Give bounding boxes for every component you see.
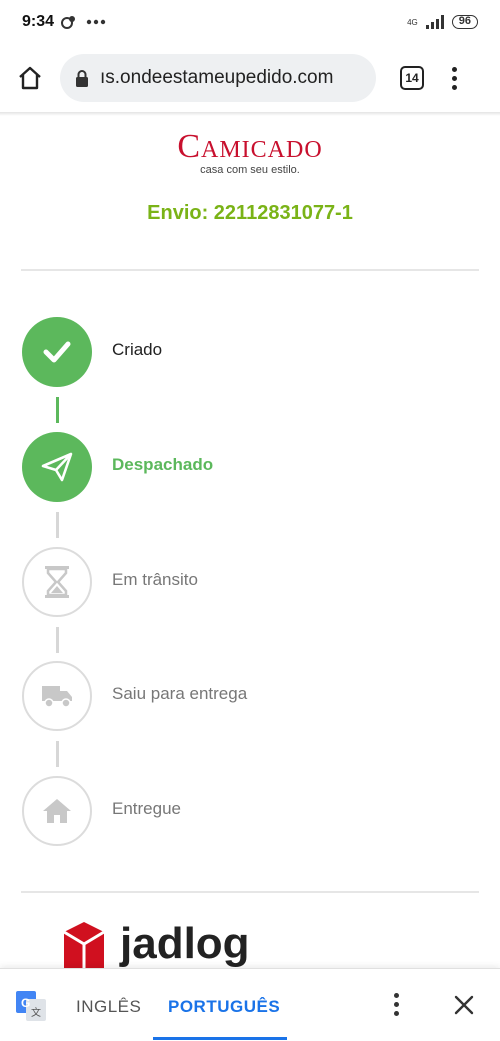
brand-tagline: casa com seu estilo. xyxy=(200,164,300,176)
truck-icon xyxy=(42,686,72,708)
step-criado-circle xyxy=(22,317,92,387)
step-em-transito-circle xyxy=(22,547,92,617)
svg-text:文: 文 xyxy=(31,1006,41,1019)
battery-indicator: 96 xyxy=(451,15,478,29)
check-icon xyxy=(43,341,71,363)
lock-icon xyxy=(76,70,88,87)
step-despachado-circle xyxy=(22,432,92,502)
menu-dot xyxy=(451,84,457,90)
browser-toolbar: ıs.ondeestameupedido.com 14 xyxy=(0,46,500,110)
svg-text:G: G xyxy=(21,996,30,1010)
toolbar-shadow xyxy=(0,112,500,116)
data-saver-icon xyxy=(61,16,76,29)
step-connector xyxy=(56,627,59,653)
menu-dot xyxy=(394,1002,399,1007)
notification-icons xyxy=(60,15,106,29)
home-icon xyxy=(19,66,41,90)
brand-logo: Camicado casa com seu estilo. xyxy=(0,128,500,177)
status-time: 9:34 xyxy=(22,13,55,30)
status-bar: 9:34 4G 96 xyxy=(0,0,500,44)
translate-menu-button[interactable] xyxy=(394,993,399,1016)
more-notifications-icon xyxy=(86,19,106,25)
step-label-saiu-para-entrega: Saiu para entrega xyxy=(112,684,248,703)
step-label-despachado: Despachado xyxy=(112,455,214,474)
status-right: 4G 96 xyxy=(407,15,478,29)
menu-dot xyxy=(451,66,457,72)
url-bar[interactable]: ıs.ondeestameupedido.com xyxy=(60,54,376,102)
signal-icon xyxy=(425,15,444,29)
divider-top xyxy=(21,269,479,271)
carrier-logo: jadlog xyxy=(62,918,250,970)
divider-bottom xyxy=(21,891,479,893)
step-label-entregue: Entregue xyxy=(112,799,181,818)
carrier-name: jadlog xyxy=(120,919,250,968)
jadlog-box-icon xyxy=(63,922,105,968)
menu-dot xyxy=(394,993,399,998)
browser-menu-button[interactable] xyxy=(450,66,458,90)
step-connector xyxy=(56,397,59,423)
google-translate-icon: G文 xyxy=(16,991,46,1021)
step-label-em-transito: Em trânsito xyxy=(112,570,198,589)
menu-dot xyxy=(451,75,457,81)
house-icon xyxy=(43,799,71,823)
network-type: 4G xyxy=(407,17,418,27)
step-connector xyxy=(56,512,59,538)
menu-dot xyxy=(394,1011,399,1016)
selected-language-indicator xyxy=(153,1037,287,1040)
step-saiu-para-entrega-circle xyxy=(22,661,92,731)
url-text: ıs.ondeestameupedido.com xyxy=(100,67,334,88)
paper-plane-icon xyxy=(41,452,73,482)
hourglass-icon xyxy=(45,566,69,598)
tab-source-language[interactable]: INGLÊS xyxy=(76,997,141,1017)
brand-name: Camicado xyxy=(177,128,323,165)
home-button[interactable] xyxy=(14,62,46,94)
step-entregue-circle xyxy=(22,776,92,846)
step-connector xyxy=(56,741,59,767)
step-label-criado: Criado xyxy=(112,340,163,359)
tab-switcher-button[interactable]: 14 xyxy=(400,66,424,90)
shipment-id: Envio: 22112831077-1 xyxy=(147,202,353,224)
tab-target-language[interactable]: PORTUGUÊS xyxy=(168,997,280,1017)
close-icon[interactable] xyxy=(452,993,476,1017)
translate-bar: G文 INGLÊS PORTUGUÊS xyxy=(0,968,500,1041)
